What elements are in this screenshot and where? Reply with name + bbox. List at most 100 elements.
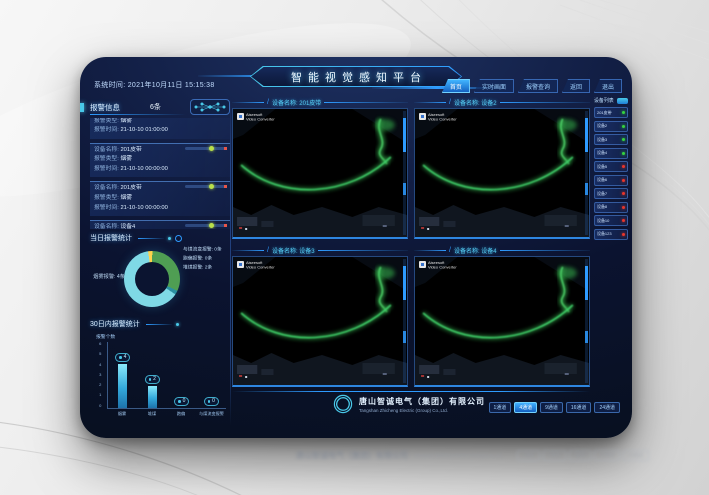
video-panel-header: / 设备名称: 201皮带 (232, 97, 408, 108)
device-list-item[interactable]: 设备8 (594, 202, 628, 213)
topology-icon (190, 99, 230, 115)
channel-button[interactable]: 4通道 (514, 402, 537, 413)
device-list-panel: 设备列表 201皮带 设备2 设备3 (594, 97, 628, 242)
watermark: Aiseesoft Video Converter (419, 261, 458, 271)
left-sidebar: 报警信息 6条 设备名称: 201皮带 报警类 (90, 99, 230, 429)
bar-value-bubble: 2 (145, 375, 160, 384)
device-list-item[interactable]: 设备123 (594, 229, 628, 240)
device-status-dot (622, 165, 625, 168)
nav-button[interactable]: 实时画面 (474, 79, 514, 93)
scrollbar-thumb[interactable] (403, 331, 406, 343)
alarm-entry[interactable]: 设备名称: 201皮带 报警类型: 烟雾 报警时间: 21-10-10 00:0… (90, 143, 230, 178)
company-name-cn: 唐山智诚电气（集团）有限公司 (359, 396, 485, 407)
dashboard-panel: 系统时间: 2021年10月11日 15:15:38 智能视觉感知平台 首页 实… (80, 57, 632, 438)
device-list-item[interactable]: 设备6 (594, 175, 628, 186)
y-tick: 6 (100, 342, 102, 346)
channel-button[interactable]: 24通道 (594, 402, 620, 413)
video-frame-art (233, 109, 407, 237)
alarm-count-badge: 6条 (150, 102, 161, 112)
device-list-item[interactable]: 201皮带 (594, 107, 628, 118)
bar-group: 0 (198, 397, 224, 408)
device-status-dot (622, 125, 625, 128)
nav-button[interactable]: 报警查询 (518, 79, 558, 93)
video-scrollbar[interactable] (585, 111, 588, 235)
y-axis-label: 报警个数 (96, 333, 115, 340)
video-panel[interactable]: / 设备名称: 设备4 (414, 245, 590, 387)
video-panel-header: / 设备名称: 设备4 (414, 245, 590, 256)
video-scrollbar[interactable] (585, 259, 588, 383)
bar-group: 2 (139, 375, 165, 408)
device-list-item[interactable]: 设备2 (594, 121, 628, 132)
video-feed[interactable]: Aiseesoft Video Converter (232, 256, 408, 387)
section-decor (138, 235, 182, 242)
video-panel-header: / 设备名称: 设备3 (232, 245, 408, 256)
today-donut (124, 251, 180, 307)
device-status-dot (622, 152, 625, 155)
alarm-threshold-slider[interactable] (185, 224, 227, 227)
scrollbar-thumb[interactable] (403, 183, 406, 195)
today-stats-chart: 烟雾报警: 4条 与煤流变报警: 0条跑偏报警: 0条堆煤报警: 2条 (90, 245, 230, 329)
y-tick: 0 (100, 404, 102, 408)
watermark-icon (419, 261, 426, 268)
device-list-item[interactable]: 设备10 (594, 215, 628, 226)
x-tick-label: 烟雾 (110, 411, 134, 417)
device-list-tab[interactable] (617, 98, 628, 104)
nav-button[interactable]: 返回 (562, 79, 590, 93)
watermark-icon (237, 113, 244, 120)
top-nav: 首页 实时画面 报警查询 返回 退出 (442, 79, 622, 93)
device-list-item[interactable]: 设备3 (594, 134, 628, 145)
nav-button[interactable]: 退出 (594, 79, 622, 93)
system-time: 系统时间: 2021年10月11日 15:15:38 (94, 80, 215, 90)
scrollbar-thumb[interactable] (585, 118, 588, 151)
donut-legend-item: 与煤流变报警: 0条 (183, 246, 222, 252)
vertical-divider (230, 99, 231, 425)
video-feed[interactable]: Aiseesoft Video Converter (232, 108, 408, 239)
scrollbar-thumb[interactable] (403, 118, 406, 151)
alarm-entry[interactable]: 设备名称: 201皮带 报警类型: 烟雾 报警时间: 21-10-10 01:0… (90, 118, 230, 139)
panel-reflection: 唐山智诚电气（集团）有限公司 Tangshan Zhicheng Electri… (296, 450, 636, 461)
alarm-panel-title: 报警信息 (90, 102, 120, 113)
nav-button[interactable]: 首页 (442, 79, 470, 93)
edge-accent (80, 103, 84, 112)
y-axis-ticks: 6543210 (90, 342, 105, 408)
video-scrollbar[interactable] (403, 111, 406, 235)
donut-legend-left: 烟雾报警: 4条 (87, 273, 125, 280)
scrollbar-thumb[interactable] (585, 266, 588, 299)
video-panel[interactable]: / 设备名称: 设备3 (232, 245, 408, 387)
video-feed[interactable]: Aiseesoft Video Converter (414, 108, 590, 239)
watermark-icon (237, 261, 244, 268)
company-logo (333, 394, 353, 414)
alarm-entry[interactable]: 设备名称: 201皮带 报警类型: 烟雾 报警时间: 21-10-10 00:0… (90, 181, 230, 216)
x-tick-label: 跑偏 (169, 411, 193, 417)
video-frame-art (415, 257, 589, 385)
device-status-dot (622, 192, 625, 195)
video-panel[interactable]: / 设备名称: 设备2 (414, 97, 590, 239)
device-list-item[interactable]: 设备5 (594, 161, 628, 172)
bar-group: 0 (169, 397, 195, 408)
company-branding: 唐山智诚电气（集团）有限公司 Tangshan Zhicheng Electri… (333, 394, 485, 414)
channel-button[interactable]: 9通道 (540, 402, 563, 413)
device-list-item[interactable]: 设备4 (594, 148, 628, 159)
x-tick-label: 堆煤 (140, 411, 164, 417)
device-list-title: 设备列表 (594, 97, 614, 104)
scrollbar-thumb[interactable] (585, 183, 588, 195)
donut-legend-item: 跑偏报警: 0条 (183, 255, 222, 261)
alarm-entry[interactable]: 设备名称: 设备4 报警类型: 堆煤 报警时间: 21-10-10 00:00:… (90, 220, 230, 229)
scrollbar-thumb[interactable] (585, 331, 588, 343)
y-tick: 5 (100, 352, 102, 356)
video-frame-art (233, 257, 407, 385)
alarm-threshold-slider[interactable] (185, 147, 227, 150)
device-list-item[interactable]: 设备7 (594, 188, 628, 199)
device-status-dot (622, 179, 625, 182)
video-feed[interactable]: Aiseesoft Video Converter (414, 256, 590, 387)
device-status-dot (622, 206, 625, 209)
channel-button[interactable]: 1通道 (489, 402, 512, 413)
alarm-threshold-slider[interactable] (185, 185, 227, 188)
device-list: 201皮带 设备2 设备3 设备4 (594, 107, 628, 240)
video-scrollbar[interactable] (403, 259, 406, 383)
device-status-dot (622, 233, 625, 236)
channel-button[interactable]: 16通道 (566, 402, 592, 413)
bar-value-bubble: 0 (204, 397, 219, 406)
scrollbar-thumb[interactable] (403, 266, 406, 299)
video-panel[interactable]: / 设备名称: 201皮带 (232, 97, 408, 239)
